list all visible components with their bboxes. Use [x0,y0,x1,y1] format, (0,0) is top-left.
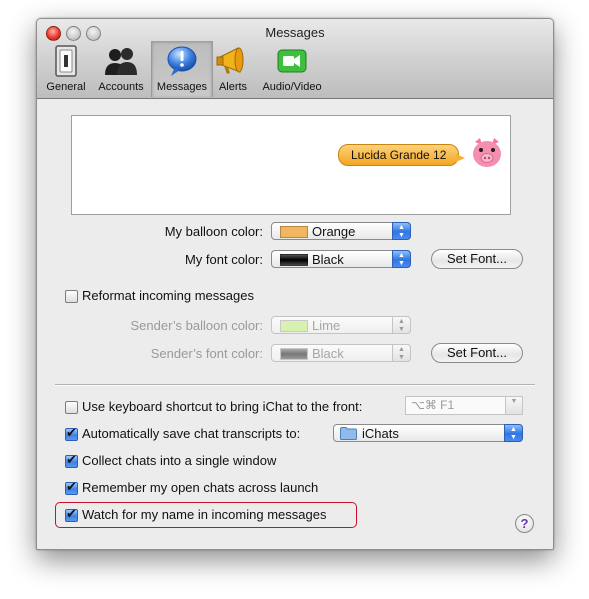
balloon-color-swatch [280,226,308,238]
remember-chats-checkbox[interactable] [65,480,78,495]
reformat-incoming-label: Reformat incoming messages [82,288,254,303]
sender-set-font-button[interactable]: Set Font... [431,343,523,363]
preview-balloon: Lucida Grande 12 [338,144,466,166]
chevron-updown-icon: ▲ ▼ [392,316,411,334]
font-color-swatch [280,254,308,266]
transcripts-folder-value: iChats [362,426,399,441]
toolbar-item-alerts[interactable]: Alerts [213,41,253,97]
watch-name-checkbox[interactable] [65,507,78,522]
toolbar-label-accounts: Accounts [98,81,144,93]
sender-font-color-popup[interactable]: Black ▲ ▼ [271,344,411,362]
sender-font-color-value: Black [312,346,344,361]
toolbar-item-accounts[interactable]: Accounts [93,41,149,97]
keyboard-shortcut-checkbox[interactable] [65,401,78,414]
sender-font-swatch [280,348,308,360]
my-font-color-popup[interactable]: Black ▲ ▼ [271,250,411,268]
collect-chats-checkbox[interactable] [65,453,78,468]
my-balloon-color-label: My balloon color: [164,224,263,239]
toolbar-label-messages: Messages [156,81,208,93]
toolbar-item-general[interactable]: General [41,41,91,97]
chat-preview: Lucida Grande 12 [71,115,511,215]
sender-balloon-color-value: Lime [312,318,341,333]
keyboard-shortcut-label: Use keyboard shortcut to bring iChat to … [82,399,363,414]
separator [55,384,535,386]
toolbar-label-alerts: Alerts [218,81,248,93]
remember-chats-label: Remember my open chats across launch [82,480,319,495]
my-font-color-value: Black [312,252,344,267]
people-icon [105,48,137,75]
speech-bubble-icon [167,46,197,76]
toolbar-item-messages[interactable]: Messages [151,41,213,97]
sender-font-color-label: Sender’s font color: [150,346,263,361]
folder-icon [340,427,357,440]
my-balloon-color-popup[interactable]: Orange ▲ ▼ [271,222,411,240]
save-transcripts-checkbox[interactable] [65,426,78,441]
sender-balloon-swatch [280,320,308,332]
megaphone-icon [216,47,244,74]
help-button[interactable]: ? [515,514,534,533]
toolbar-label-general: General [46,81,86,93]
toolbar: Messages General Accounts Messages Alert… [37,19,553,99]
watch-name-label: Watch for my name in incoming messages [82,507,327,522]
preferences-window: Messages General Accounts Messages Alert… [36,18,554,550]
save-transcripts-label: Automatically save chat transcripts to: [82,426,301,441]
toolbar-item-audio-video[interactable]: Audio/Video [255,41,329,97]
my-set-font-button[interactable]: Set Font... [431,249,523,269]
window-title: Messages [265,25,325,40]
chevron-updown-icon: ▲ ▼ [504,424,523,442]
my-font-color-label: My font color: [184,252,263,267]
transcripts-folder-popup[interactable]: iChats ▲ ▼ [333,424,523,442]
collect-chats-label: Collect chats into a single window [82,453,277,468]
my-balloon-color-value: Orange [312,224,356,239]
keyboard-shortcut-value: ⌥⌘ F1 [411,398,455,412]
video-camera-icon [277,49,307,73]
chevron-updown-icon: ▲ ▼ [392,222,411,240]
sender-balloon-color-label: Sender’s balloon color: [130,318,264,333]
chevron-updown-icon: ▲ ▼ [392,250,411,268]
chevron-down-icon[interactable]: ▼ [505,396,523,415]
reformat-incoming-checkbox[interactable] [65,290,78,303]
sender-balloon-color-popup[interactable]: Lime ▲ ▼ [271,316,411,334]
pig-icon [473,138,501,167]
toolbar-label-audio-video: Audio/Video [262,81,322,93]
chevron-updown-icon: ▲ ▼ [392,344,411,362]
switch-icon [55,45,77,77]
